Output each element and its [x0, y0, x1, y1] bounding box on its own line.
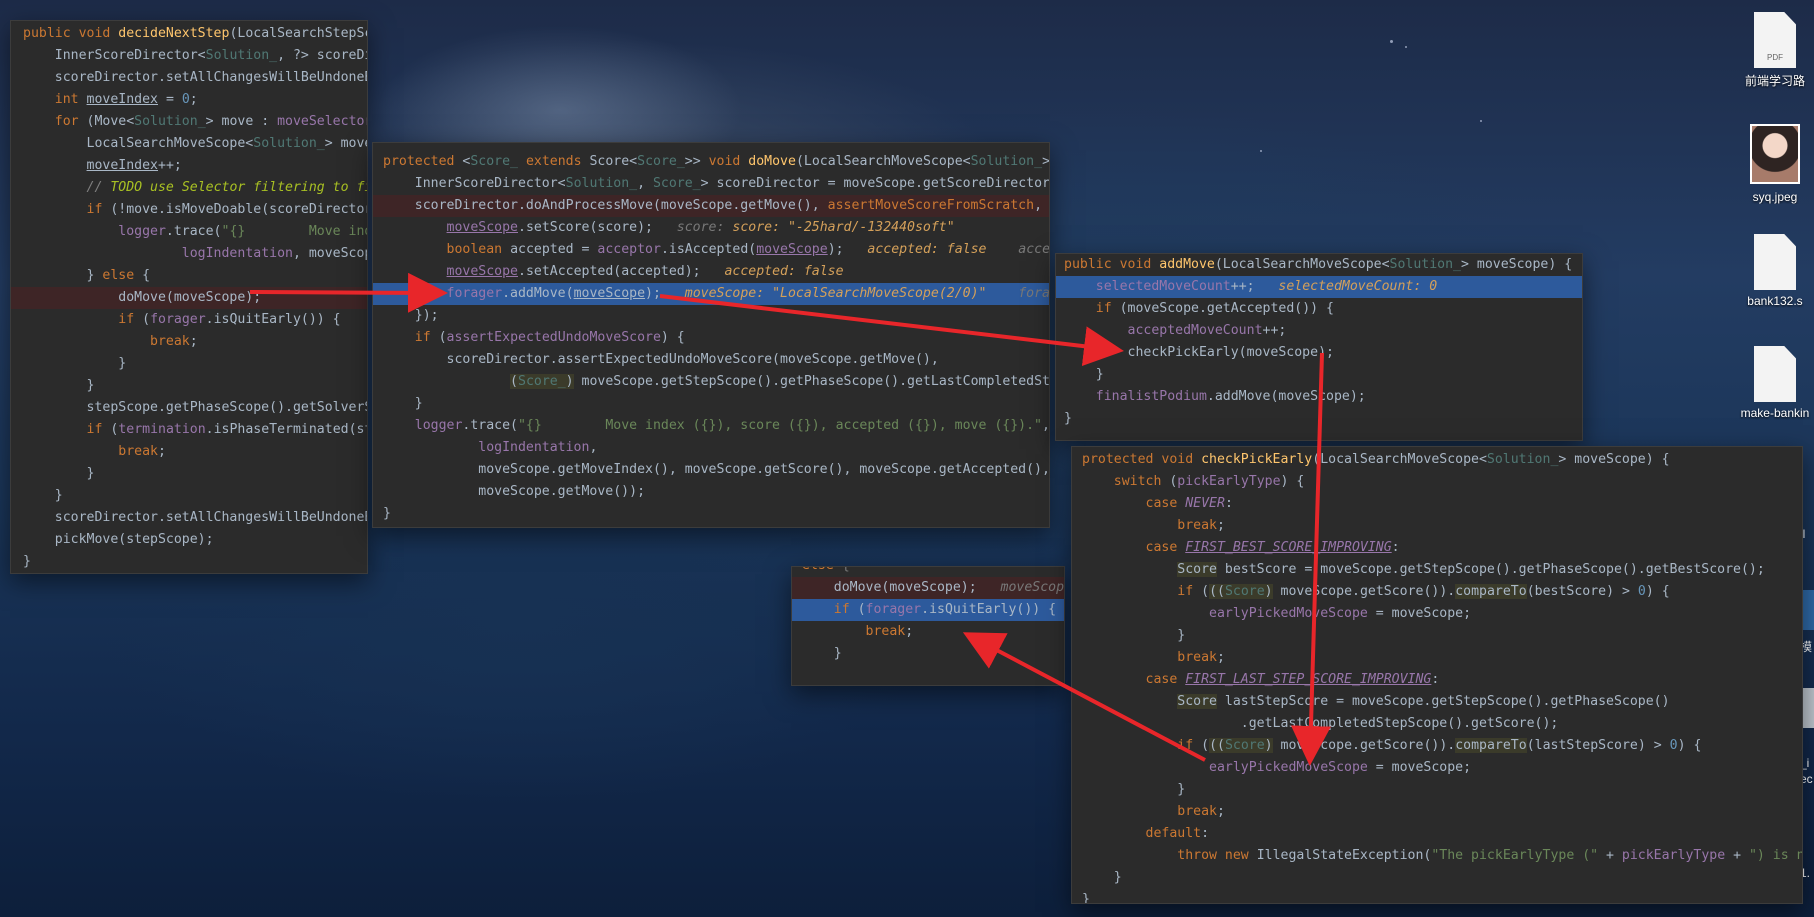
- pdf-document-icon: PDF: [1754, 12, 1796, 68]
- code-line-breakpoint[interactable]: scoreDirector.doAndProcessMove(moveScope…: [373, 195, 1049, 217]
- code-line: (Score_) moveScope.getStepScope().getPha…: [510, 374, 1050, 389]
- code-line: public void addMove(LocalSearchMoveScope…: [1064, 257, 1573, 272]
- code-line: }: [23, 378, 95, 393]
- desktop-file-photo[interactable]: syq.jpeg: [1736, 114, 1814, 204]
- desktop-file-make-banking[interactable]: make-bankin: [1736, 334, 1814, 420]
- code-line: InnerScoreDirector<Solution_, Score_> sc…: [383, 176, 1050, 191]
- code-panel-add-move: public void addMove(LocalSearchMoveScope…: [1055, 253, 1583, 441]
- code-line: if (((Score) moveScope.getScore()).compa…: [1177, 584, 1670, 599]
- code-line: }: [383, 506, 391, 521]
- document-icon: [1754, 234, 1796, 290]
- code-line: logIndentation,: [478, 440, 598, 455]
- code-line: throw new IllegalStateException("The pic…: [1177, 848, 1802, 863]
- photo-thumbnail-icon: [1750, 124, 1800, 184]
- code-panel-decide-next-step: public void decideNextStep(LocalSearchSt…: [10, 20, 368, 574]
- code-line: }: [1082, 782, 1186, 797]
- code-line: if (forager.isQuitEarly()) {: [118, 312, 341, 327]
- code-line: case NEVER:: [1145, 496, 1233, 511]
- code-line: }: [1082, 628, 1186, 643]
- code-line: }: [1064, 367, 1104, 382]
- code-line: moveScope.setScore(score); score: score:…: [446, 220, 955, 235]
- code-line: InnerScoreDirector<Solution_, ?> scoreDi: [23, 48, 368, 63]
- code-line: earlyPickedMoveScope = moveScope;: [1209, 760, 1472, 775]
- code-line: break;: [150, 334, 198, 349]
- code-line: Score bestScore = moveScope.getStepScope…: [1177, 562, 1765, 577]
- code-line: for (Move<Solution_> move : moveSelector: [54, 114, 368, 129]
- code-line: checkPickEarly(moveScope);: [1064, 345, 1334, 360]
- code-line: }: [383, 396, 423, 411]
- code-line: // TODO use Selector filtering to fi: [86, 180, 368, 195]
- code-line: if (!move.isMoveDoable(scoreDirector: [86, 202, 368, 217]
- code-line: moveScope.getMove());: [383, 484, 646, 499]
- code-line: boolean accepted = acceptor.isAccepted(m…: [446, 242, 1050, 257]
- code-line: if (((Score) moveScope.getScore()).compa…: [1177, 738, 1702, 753]
- code-line: default:: [1145, 826, 1210, 841]
- code-line-breakpoint[interactable]: doMove(moveScope);: [11, 287, 367, 309]
- code-line: break;: [118, 444, 166, 459]
- code-line: moveScope.getMoveIndex(), moveScope.getS…: [383, 462, 1050, 477]
- code-line: break;: [1177, 804, 1225, 819]
- code-line: if (moveScope.getAccepted()) {: [1095, 301, 1334, 316]
- code-line-current[interactable]: forager.addMove(moveScope); moveScope: "…: [373, 283, 1049, 305]
- code-panel-do-move: protected <Score_ extends Score<Score_>>…: [372, 142, 1050, 528]
- desktop-file-pdf[interactable]: PDF 前端学习路: [1736, 0, 1814, 89]
- code-line: }: [1064, 411, 1072, 426]
- code-line: }: [23, 488, 63, 503]
- code-line: switch (pickEarlyType) {: [1113, 474, 1305, 489]
- code-line-breakpoint[interactable]: doMove(moveScope); moveScope:: [792, 577, 1064, 599]
- code-line: acceptedMoveCount++;: [1127, 323, 1287, 338]
- code-line: case FIRST_LAST_STEP_SCORE_IMPROVING:: [1145, 672, 1440, 687]
- code-line: } else {: [23, 268, 151, 283]
- code-line: }: [1082, 892, 1090, 904]
- code-line: break;: [1177, 650, 1225, 665]
- code-line: logger.trace("{} Move index ({}), score …: [414, 418, 1050, 433]
- code-line: protected <Score_ extends Score<Score_>>…: [383, 154, 1050, 169]
- code-line: finalistPodium.addMove(moveScope);: [1095, 389, 1366, 404]
- code-line: break;: [865, 624, 914, 639]
- code-line: logger.trace("{} Move ind: [118, 224, 368, 239]
- code-line: protected void checkPickEarly(LocalSearc…: [1082, 452, 1670, 467]
- code-panel-mini-do-move: else { doMove(moveScope); moveScope: if …: [791, 566, 1065, 686]
- document-icon: [1754, 346, 1796, 402]
- code-line: }: [23, 466, 95, 481]
- code-line: pickMove(stepScope);: [23, 532, 214, 547]
- code-line: else {: [792, 567, 1064, 577]
- code-line: public void decideNextStep(LocalSearchSt…: [23, 26, 368, 41]
- code-line: logIndentation, moveScop: [181, 246, 368, 261]
- code-line: moveIndex++;: [86, 158, 182, 173]
- code-line: stepScope.getPhaseScope().getSolverS: [23, 400, 368, 415]
- code-line: if (termination.isPhaseTerminated(st: [86, 422, 368, 437]
- code-line-current[interactable]: selectedMoveCount++; selectedMoveCount: …: [1056, 276, 1582, 298]
- code-line: }: [23, 554, 31, 569]
- code-line: case FIRST_BEST_SCORE_IMPROVING:: [1145, 540, 1400, 555]
- code-panel-check-pick-early: protected void checkPickEarly(LocalSearc…: [1071, 446, 1803, 904]
- code-line: }: [23, 356, 127, 371]
- code-line: if (assertExpectedUndoMoveScore) {: [414, 330, 685, 345]
- code-line: }: [1082, 870, 1122, 885]
- code-line: });: [383, 308, 439, 323]
- code-line: break;: [1177, 518, 1225, 533]
- code-line: int moveIndex = 0;: [54, 92, 198, 107]
- code-line: scoreDirector.setAllChangesWillBeUndoneB: [23, 70, 368, 85]
- code-line: scoreDirector.setAllChangesWillBeUndoneB: [23, 510, 368, 525]
- desktop-file-bank132[interactable]: bank132.s: [1736, 222, 1814, 308]
- code-line: .getLastCompletedStepScope().getScore();: [1082, 716, 1559, 731]
- code-line: earlyPickedMoveScope = moveScope;: [1209, 606, 1472, 621]
- code-line: }: [802, 646, 842, 661]
- code-line: moveScope.setAccepted(accepted); accepte…: [446, 264, 844, 279]
- code-line: Score lastStepScore = moveScope.getStepS…: [1177, 694, 1670, 709]
- code-line: scoreDirector.assertExpectedUndoMoveScor…: [383, 352, 939, 367]
- code-line-current[interactable]: if (forager.isQuitEarly()) { f: [792, 599, 1064, 621]
- code-line: LocalSearchMoveScope<Solution_> move: [23, 136, 368, 151]
